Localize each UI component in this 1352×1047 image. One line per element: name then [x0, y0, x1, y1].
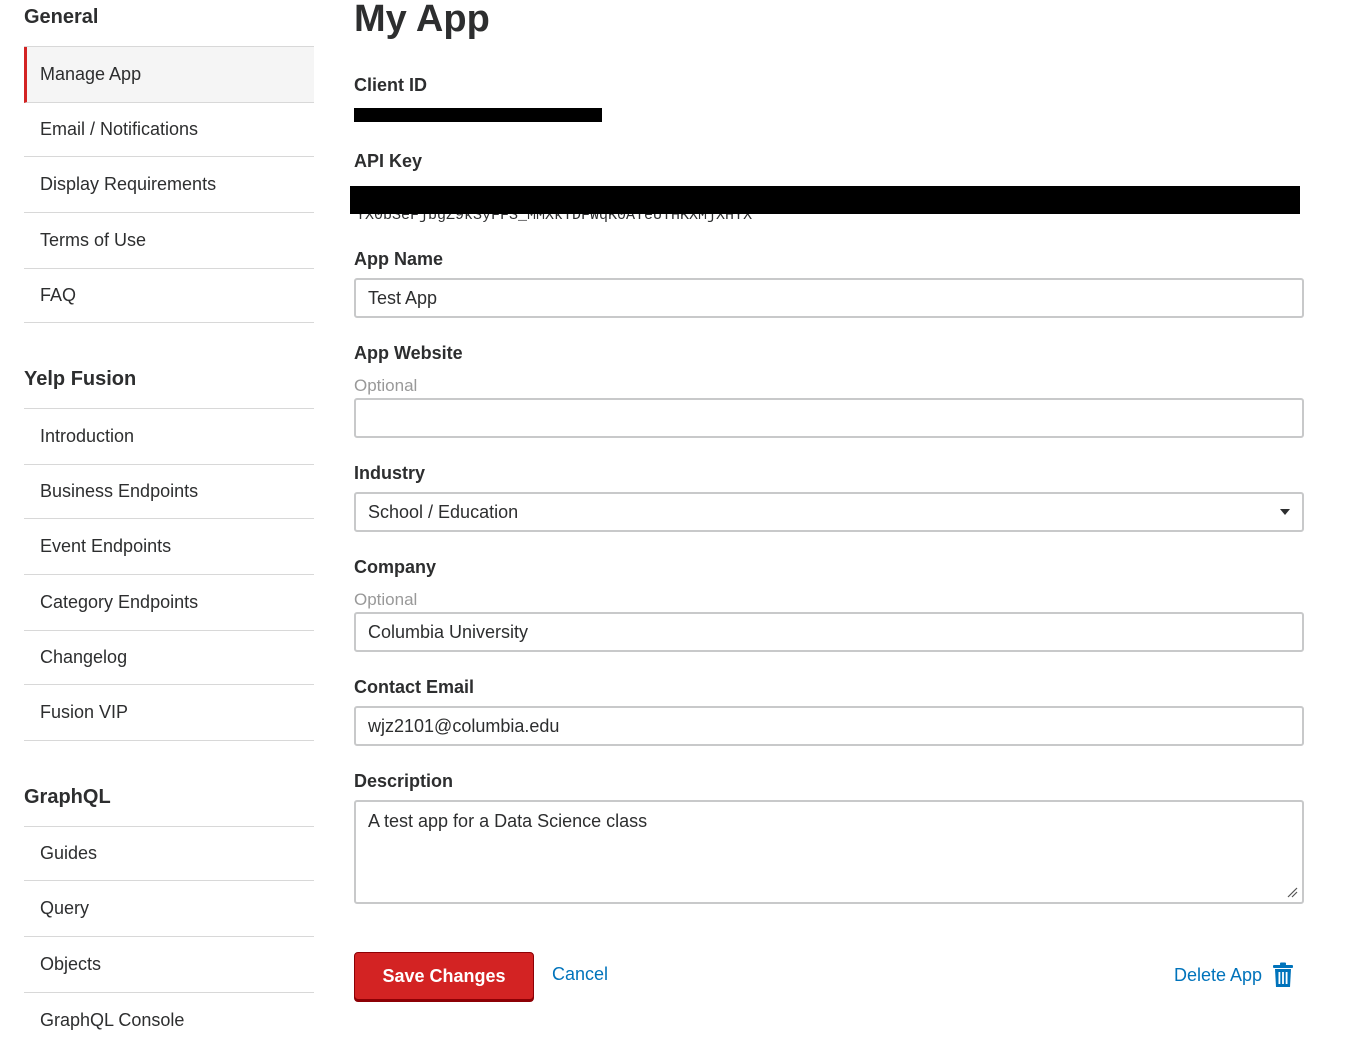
- sidebar-item-display-requirements[interactable]: Display Requirements: [24, 157, 314, 213]
- sidebar-item-manage-app[interactable]: Manage App: [24, 47, 314, 103]
- sidebar-item-category-endpoints[interactable]: Category Endpoints: [24, 575, 314, 631]
- company-optional-hint: Optional: [354, 590, 418, 609]
- app-name-input[interactable]: [354, 278, 1304, 318]
- sidebar-item-objects[interactable]: Objects: [24, 937, 314, 993]
- app-name-label: App Name: [354, 249, 444, 269]
- industry-selected-value: School / Education: [368, 501, 519, 522]
- cancel-link[interactable]: Cancel: [552, 964, 608, 985]
- company-input[interactable]: [354, 612, 1304, 652]
- sidebar-section-fusion-title: Yelp Fusion: [24, 368, 137, 390]
- chevron-down-icon: [1280, 509, 1290, 515]
- sidebar-item-query[interactable]: Query: [24, 881, 314, 937]
- contact-email-input[interactable]: [354, 706, 1304, 746]
- sidebar-item-email-notifications[interactable]: Email / Notifications: [24, 103, 314, 157]
- sidebar-item-terms-of-use[interactable]: Terms of Use: [24, 213, 314, 269]
- delete-app-button[interactable]: Delete App: [1174, 962, 1294, 988]
- app-website-optional-hint: Optional: [354, 376, 418, 395]
- resize-handle-icon[interactable]: [1286, 886, 1298, 898]
- sidebar-section-general-title: General: [24, 6, 99, 28]
- sidebar-item-changelog[interactable]: Changelog: [24, 631, 314, 685]
- sidebar-item-introduction[interactable]: Introduction: [24, 409, 314, 465]
- sidebar-item-event-endpoints[interactable]: Event Endpoints: [24, 519, 314, 575]
- api-key-tail: YX0bSeFjbgZ9kSyFFS_MMXkTDFWqK0ATeUTHKXMj…: [356, 214, 753, 224]
- company-label: Company: [354, 557, 437, 577]
- trash-icon: [1273, 962, 1294, 987]
- api-key-label: API Key: [354, 151, 423, 171]
- sidebar-item-guides[interactable]: Guides: [24, 827, 314, 881]
- description-label: Description: [354, 771, 454, 791]
- industry-select[interactable]: School / Education: [354, 492, 1304, 532]
- contact-email-label: Contact Email: [354, 677, 475, 697]
- app-website-input[interactable]: [354, 398, 1304, 438]
- delete-app-label: Delete App: [1174, 964, 1263, 985]
- client-id-label: Client ID: [354, 75, 428, 95]
- description-textarea[interactable]: A test app for a Data Science class: [354, 800, 1304, 904]
- app-website-label: App Website: [354, 343, 463, 363]
- sidebar-section-graphql-title: GraphQL: [24, 786, 111, 808]
- sidebar-item-business-endpoints[interactable]: Business Endpoints: [24, 465, 314, 519]
- save-changes-button[interactable]: Save Changes: [354, 952, 534, 1000]
- client-id-redaction: [354, 108, 602, 122]
- sidebar-item-faq[interactable]: FAQ: [24, 269, 314, 323]
- api-key-redaction: [350, 186, 1300, 214]
- sidebar-item-fusion-vip[interactable]: Fusion VIP: [24, 685, 314, 741]
- industry-label: Industry: [354, 463, 426, 483]
- page-title: My App: [354, 0, 490, 40]
- sidebar-item-graphql-console[interactable]: GraphQL Console: [24, 993, 314, 1047]
